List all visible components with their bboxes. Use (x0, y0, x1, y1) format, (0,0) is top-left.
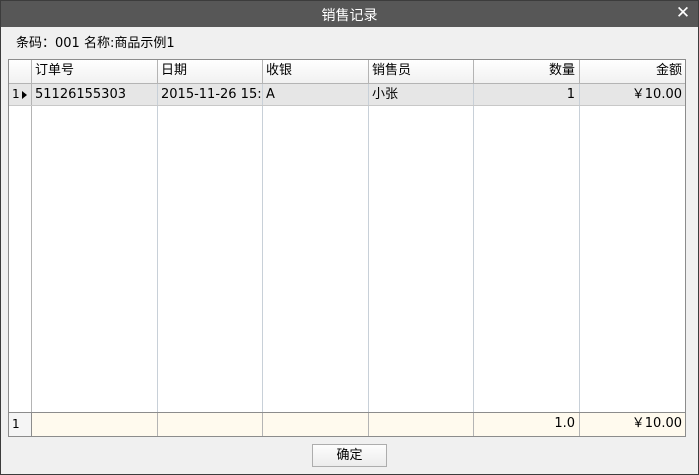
cell-salesperson[interactable]: 小张 (369, 84, 474, 105)
footer-row-count: 1 (9, 413, 32, 436)
footer-cashier (263, 413, 369, 436)
cell-amount[interactable]: ￥10.00 (580, 84, 685, 105)
title-bar[interactable]: 销售记录 ✕ (1, 1, 698, 27)
footer-order-no (32, 413, 158, 436)
grid-footer-totals: 1 1.0 ￥10.00 (9, 412, 685, 436)
dialog-title: 销售记录 (321, 8, 378, 24)
column-header-date[interactable]: 日期 (158, 60, 263, 83)
row-header-column (9, 84, 32, 412)
column-header-salesperson[interactable]: 销售员 (369, 60, 474, 83)
cell-order-no[interactable]: 51126155303 (32, 84, 158, 105)
footer-date (158, 413, 263, 436)
sales-grid[interactable]: 订单号 日期 收银 销售员 数量 金额 1 51126155303 2015-1… (8, 59, 686, 437)
sales-record-dialog: 销售记录 ✕ 条码：001 名称:商品示例1 订单号 日期 收银 销售员 数量 … (0, 0, 699, 475)
column-header-cashier[interactable]: 收银 (263, 60, 369, 83)
column-header-order-no[interactable]: 订单号 (32, 60, 158, 83)
ok-button[interactable]: 确定 (312, 444, 387, 467)
footer-total-quantity: 1.0 (474, 413, 580, 436)
close-icon[interactable]: ✕ (674, 4, 692, 22)
footer-total-amount: ￥10.00 (631, 416, 682, 431)
footer-salesperson (369, 413, 474, 436)
current-row-arrow-icon (22, 91, 27, 99)
row-indicator[interactable]: 1 (9, 84, 32, 105)
cell-date[interactable]: 2015-11-26 15:5 (158, 84, 263, 105)
grid-header: 订单号 日期 收银 销售员 数量 金额 (9, 60, 685, 84)
row-number: 1 (12, 87, 20, 101)
cell-quantity[interactable]: 1 (474, 84, 580, 105)
column-header-quantity[interactable]: 数量 (474, 60, 580, 83)
product-info: 条码：001 名称:商品示例1 (16, 36, 175, 51)
column-header-amount[interactable]: 金额 (580, 60, 685, 83)
cell-cashier[interactable]: A (263, 84, 369, 105)
table-row[interactable]: 1 51126155303 2015-11-26 15:5 A 小张 1 ￥10… (9, 84, 685, 106)
corner-header (9, 60, 32, 83)
